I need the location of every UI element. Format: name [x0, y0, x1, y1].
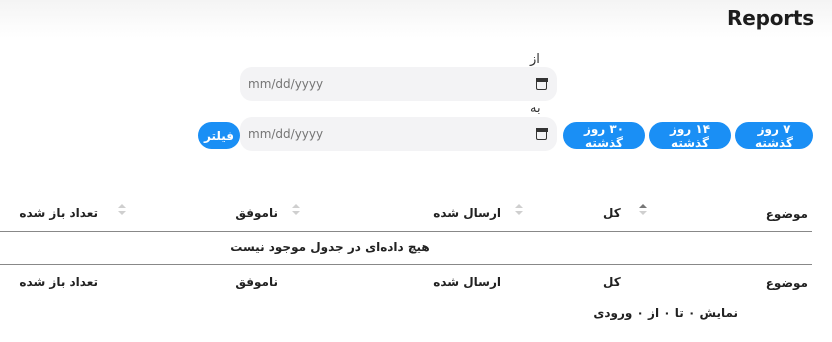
table-info: نمایش ۰ تا ۰ از ۰ ورودی — [593, 306, 738, 320]
table-header-divider — [0, 231, 812, 232]
column-header-failed[interactable]: ناموفق — [235, 206, 278, 220]
from-date-field[interactable] — [240, 67, 557, 101]
last-30-days-button[interactable]: ۳۰ روز گذشته — [563, 122, 645, 150]
empty-table-message: هیچ داده‌ای در جدول موجود نیست — [230, 240, 430, 254]
sort-arrows-icon[interactable] — [639, 204, 647, 216]
to-date-field[interactable] — [240, 117, 557, 151]
footer-failed: ناموفق — [235, 275, 278, 289]
to-label: به — [530, 101, 541, 116]
to-date-input[interactable] — [248, 127, 448, 141]
column-header-sent[interactable]: ارسال شده — [433, 206, 501, 220]
sort-arrows-icon[interactable] — [292, 204, 300, 216]
filter-button[interactable]: فیلتر — [198, 122, 240, 149]
column-header-subject[interactable]: موضوع — [766, 207, 808, 221]
sort-arrows-icon[interactable] — [515, 204, 523, 216]
from-date-input[interactable] — [248, 77, 448, 91]
table-footer-divider — [0, 264, 812, 265]
column-header-opened[interactable]: تعداد باز شده — [19, 206, 98, 220]
sort-arrows-icon[interactable] — [118, 204, 126, 216]
calendar-icon[interactable] — [535, 128, 548, 140]
last-14-days-button[interactable]: ۱۴ روز گذشته — [649, 122, 731, 150]
column-header-total[interactable]: کل — [603, 206, 621, 220]
footer-sent: ارسال شده — [433, 275, 501, 289]
last-7-days-button[interactable]: ۷ روز گذشته — [735, 122, 813, 150]
footer-subject: موضوع — [765, 276, 808, 290]
page-title: Reports — [727, 6, 814, 30]
footer-opened: تعداد باز شده — [19, 275, 98, 289]
from-label: از — [530, 52, 540, 67]
calendar-icon[interactable] — [535, 78, 548, 90]
footer-total: کل — [603, 275, 621, 289]
top-bar — [0, 0, 832, 38]
